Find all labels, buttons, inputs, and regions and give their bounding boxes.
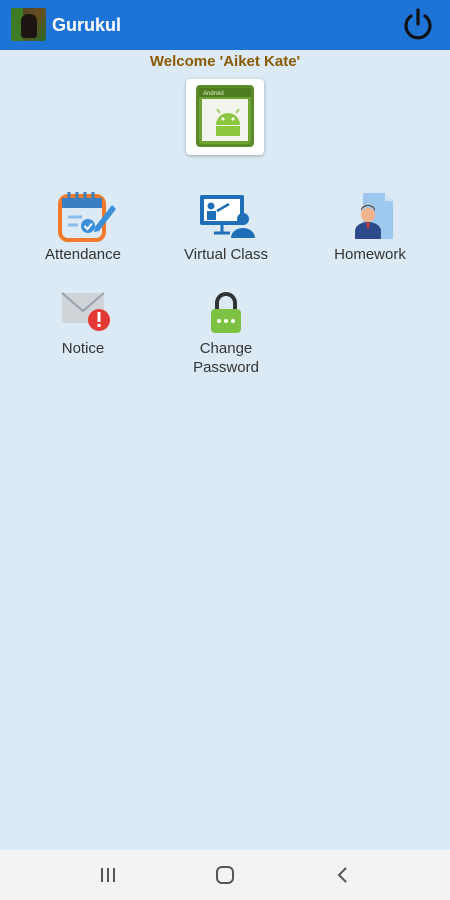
menu-virtual-class-label: Virtual Class xyxy=(184,246,268,263)
home-icon xyxy=(216,866,234,884)
profile-avatar[interactable]: Android xyxy=(186,79,264,155)
lock-icon xyxy=(211,292,241,333)
virtual-class-icon xyxy=(200,195,255,238)
attendance-calendar-icon xyxy=(58,192,116,242)
menu-attendance-label: Attendance xyxy=(45,246,121,263)
system-nav-bar xyxy=(0,850,450,900)
menu-homework-label: Homework xyxy=(334,246,406,263)
app-title: Gurukul xyxy=(52,15,122,35)
android-app-icon: Android xyxy=(196,85,254,147)
welcome-message: Welcome 'Aiket Kate' xyxy=(149,53,301,70)
android-label: Android xyxy=(203,91,224,97)
power-icon xyxy=(404,8,432,40)
menu-change-password-label-2: Password xyxy=(193,359,259,376)
menu-attendance[interactable]: Attendance xyxy=(23,189,143,264)
recent-apps-icon xyxy=(101,868,115,882)
recent-apps-button[interactable] xyxy=(95,863,121,887)
menu-change-password[interactable]: Change Password xyxy=(166,287,286,377)
back-button[interactable] xyxy=(330,863,356,887)
menu-notice-label: Notice xyxy=(61,340,105,357)
home-button[interactable] xyxy=(212,863,238,887)
app-logo[interactable] xyxy=(11,8,46,41)
homework-icon xyxy=(355,193,393,239)
power-button[interactable] xyxy=(400,7,436,43)
logo-figure xyxy=(21,14,37,38)
notice-mail-icon xyxy=(61,292,110,331)
app-bar: Gurukul xyxy=(0,0,450,50)
menu-notice[interactable]: Notice xyxy=(23,287,143,358)
menu-change-password-label-1: Change xyxy=(199,340,253,357)
menu-virtual-class[interactable]: Virtual Class xyxy=(166,189,286,264)
back-icon xyxy=(337,867,347,883)
menu-homework[interactable]: Homework xyxy=(310,189,430,264)
